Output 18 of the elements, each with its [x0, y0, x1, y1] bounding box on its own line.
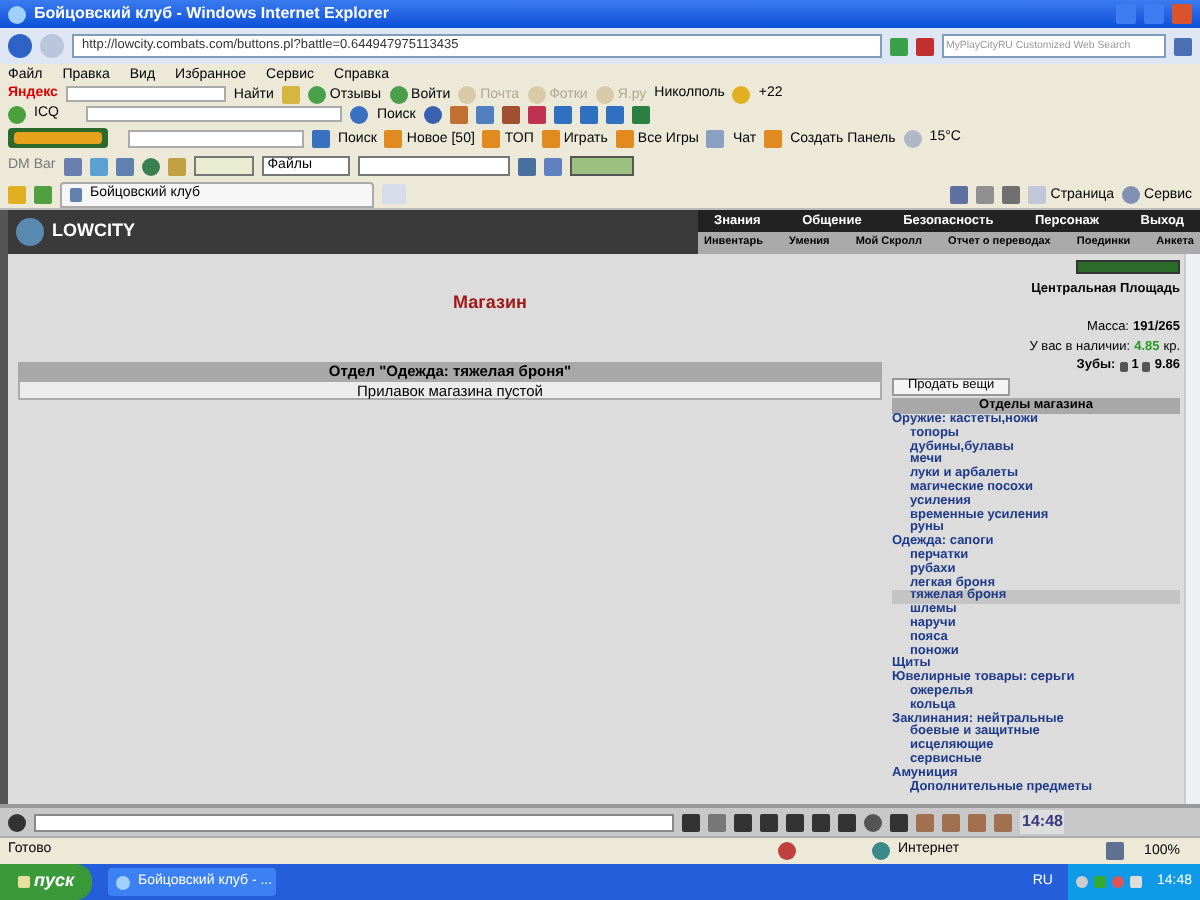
toolbar-icon[interactable] — [307, 85, 326, 103]
start-button[interactable]: пуск — [0, 864, 92, 900]
dropdown-field[interactable] — [357, 156, 510, 176]
shop-title: Магазин — [451, 294, 529, 312]
meter-field — [569, 156, 634, 176]
scrollbar[interactable] — [1184, 254, 1200, 804]
icq-field[interactable] — [86, 106, 343, 122]
health-bar — [1076, 260, 1180, 274]
window-title: Бойцовский клуб - Windows Internet Explorer — [34, 2, 389, 26]
games-logo-drawing[interactable] — [8, 128, 108, 148]
toolbar-icon[interactable] — [389, 85, 408, 103]
yandex-search-field[interactable] — [65, 86, 226, 102]
games-search-field[interactable] — [128, 129, 304, 147]
status-field — [193, 156, 254, 176]
game-clock: 14:48 — [1020, 810, 1065, 834]
toolbar-icon[interactable] — [167, 157, 186, 175]
game-logo: LOWCITY — [52, 218, 135, 245]
chat-input[interactable] — [34, 813, 674, 831]
